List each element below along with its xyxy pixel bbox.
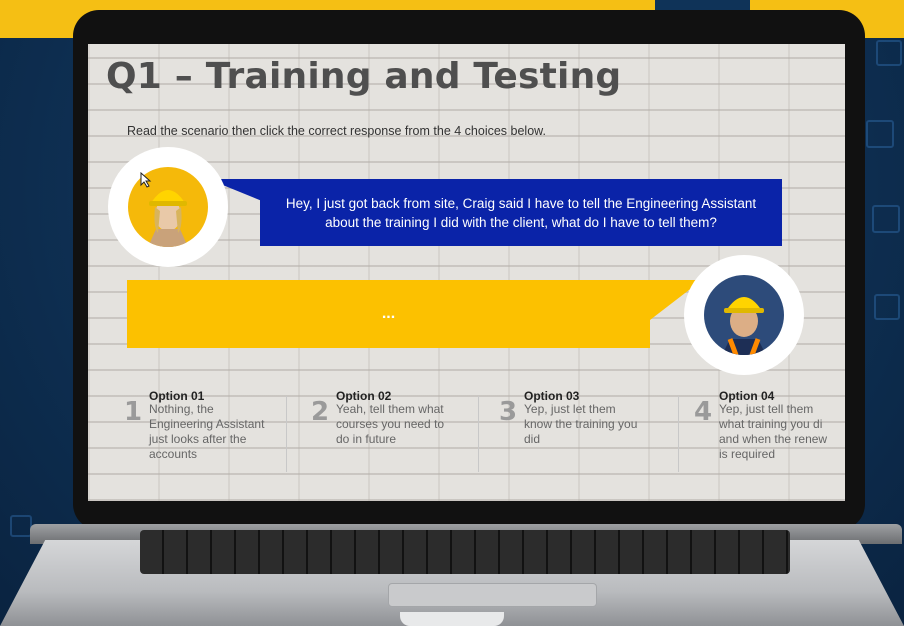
speaker-speech-bubble: Hey, I just got back from site, Craig sa…	[260, 179, 782, 246]
decorative-tile	[874, 294, 900, 320]
laptop-trackpad	[388, 583, 597, 607]
option-text: Yeah, tell them what courses you need to…	[336, 402, 445, 446]
slide-title: Q1 – Training and Testing	[106, 56, 622, 97]
option-title: Option 01	[149, 389, 205, 403]
option-text: Yep, just tell them what training you di…	[719, 402, 828, 461]
decorative-tile	[10, 515, 32, 537]
screen-bezel-bottom	[88, 501, 845, 509]
response-placeholder: ...	[381, 305, 396, 322]
female-worker-avatar	[108, 147, 228, 267]
option-number: 1	[124, 397, 143, 427]
decorative-tile	[872, 205, 900, 233]
decorative-tile	[866, 120, 894, 148]
option-number: 4	[694, 397, 713, 427]
response-speech-bubble: ...	[127, 280, 650, 348]
option-title: Option 04	[719, 389, 775, 403]
laptop-notch	[400, 612, 504, 626]
male-worker-icon	[722, 297, 766, 355]
instruction-text: Read the scenario then click the correct…	[127, 124, 546, 138]
laptop-keyboard	[140, 530, 790, 574]
option-number: 3	[499, 397, 518, 427]
option-text: Yep, just let them know the training you…	[524, 402, 638, 446]
option-number: 2	[311, 397, 330, 427]
option-text: Nothing, the Engineering Assistant just …	[149, 402, 265, 461]
speaker-message: Hey, I just got back from site, Craig sa…	[285, 195, 757, 230]
mouse-cursor-icon	[140, 172, 152, 188]
option-title: Option 02	[336, 389, 392, 403]
option-title: Option 03	[524, 389, 580, 403]
male-worker-avatar	[684, 255, 804, 375]
decorative-tile	[876, 40, 902, 66]
slide-screen: Q1 – Training and Testing Read the scena…	[88, 44, 845, 501]
option-divider	[286, 396, 287, 472]
option-divider	[478, 396, 479, 472]
option-divider	[678, 396, 679, 472]
